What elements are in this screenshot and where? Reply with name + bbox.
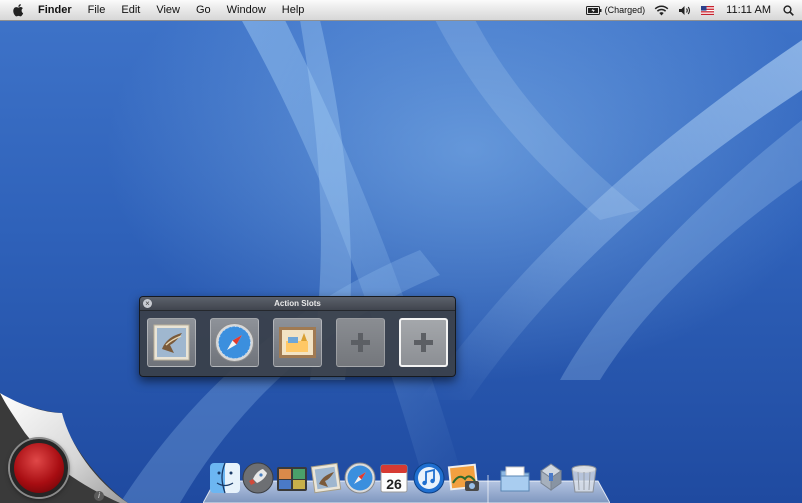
mail-icon <box>153 324 190 361</box>
menu-edit[interactable]: Edit <box>113 0 148 21</box>
safari-icon <box>344 462 376 494</box>
iphoto-icon <box>447 463 479 491</box>
dock-itunes[interactable] <box>412 461 446 495</box>
dock-finder[interactable] <box>208 461 242 495</box>
battery-label: (Charged) <box>604 5 646 15</box>
mail-icon <box>310 462 342 494</box>
action-slot-4-empty[interactable] <box>336 318 385 367</box>
action-slot-3[interactable] <box>273 318 322 367</box>
volume-menu[interactable] <box>678 5 692 16</box>
action-slots-panel: × Action Slots <box>139 296 456 377</box>
battery-icon <box>585 5 602 15</box>
dock-mail[interactable] <box>309 461 343 495</box>
trash-icon <box>571 465 597 493</box>
documents-folder-icon <box>500 466 530 492</box>
preview-icon <box>279 327 316 358</box>
itunes-icon <box>413 462 445 494</box>
dock-utility[interactable] <box>534 461 568 495</box>
action-slot-5-empty[interactable] <box>399 318 448 367</box>
calendar-icon: 26 <box>380 464 408 493</box>
volume-icon <box>679 5 691 15</box>
wifi-menu[interactable] <box>654 4 669 16</box>
apple-icon[interactable] <box>12 3 26 17</box>
dock: 26 <box>203 461 610 503</box>
info-icon[interactable]: i <box>94 491 104 501</box>
action-slots-title: Action Slots <box>274 299 321 308</box>
safari-icon <box>215 323 254 362</box>
dock-iphoto[interactable] <box>447 461 481 495</box>
menu-view[interactable]: View <box>148 0 188 21</box>
utility-icon <box>540 463 562 491</box>
dock-documents-folder[interactable] <box>498 461 532 495</box>
photo-booth-icon <box>277 467 307 491</box>
action-slot-1[interactable] <box>147 318 196 367</box>
clock[interactable]: 11:11 AM <box>726 4 771 16</box>
us-flag-icon[interactable] <box>701 5 715 15</box>
record-button[interactable] <box>10 439 68 497</box>
spotlight-menu[interactable] <box>783 4 794 16</box>
finder-icon <box>210 462 240 494</box>
dock-separator <box>487 475 489 503</box>
dock-calendar[interactable]: 26 <box>377 461 411 495</box>
dock-trash[interactable] <box>567 461 601 495</box>
dock-launchpad[interactable] <box>241 461 275 495</box>
launchpad-icon <box>242 462 274 494</box>
menu-file[interactable]: File <box>80 0 114 21</box>
menu-help[interactable]: Help <box>274 0 313 21</box>
action-slot-2[interactable] <box>210 318 259 367</box>
menu-window[interactable]: Window <box>219 0 274 21</box>
menu-bar: Finder File Edit View Go Window Help (Ch… <box>0 0 802 21</box>
menu-go[interactable]: Go <box>188 0 219 21</box>
dock-safari[interactable] <box>343 461 377 495</box>
wifi-icon <box>654 4 669 15</box>
dock-photo-booth[interactable] <box>275 461 309 495</box>
plus-icon <box>351 333 370 352</box>
plus-icon <box>414 333 433 352</box>
menu-app-finder[interactable]: Finder <box>34 0 80 21</box>
action-slots-titlebar[interactable]: × Action Slots <box>140 297 455 311</box>
calendar-day: 26 <box>386 476 402 492</box>
battery-status[interactable]: (Charged) <box>585 5 646 15</box>
spotlight-icon <box>783 4 794 16</box>
